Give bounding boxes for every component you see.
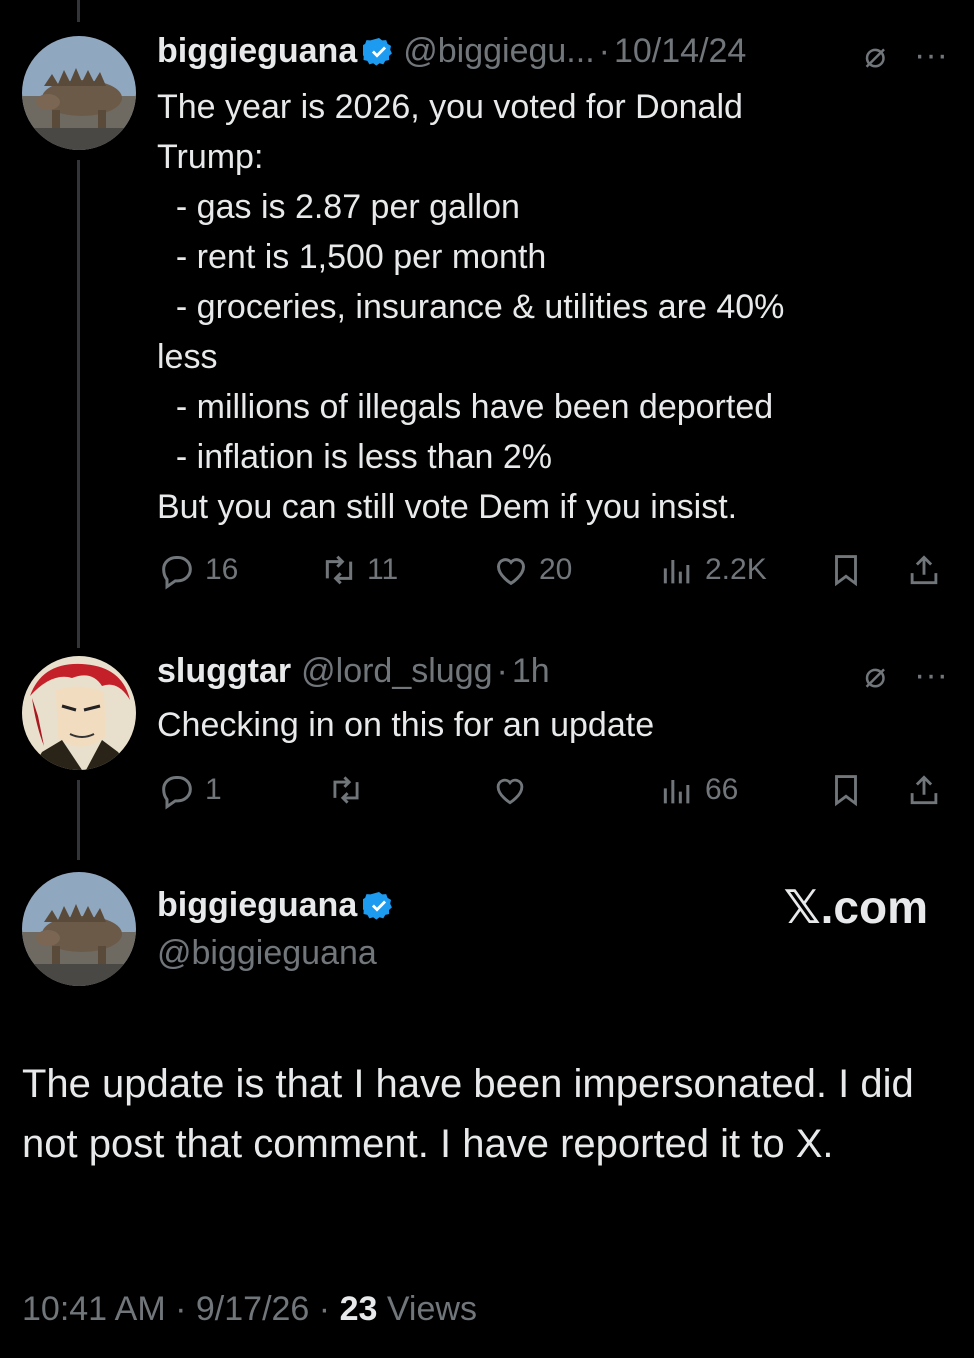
tweet-header-actions: ⌀ ··· [864,34,948,76]
display-name[interactable]: biggieguana [157,886,357,925]
views-icon [663,560,690,584]
verified-badge-icon [363,890,395,922]
like-count: 20 [539,553,573,586]
like-button[interactable] [491,771,529,809]
views-icon [663,780,690,804]
more-icon[interactable]: ··· [914,36,948,75]
thread-line-top [77,0,80,22]
display-name[interactable]: sluggtar [157,652,291,691]
display-name[interactable]: biggieguana [157,32,357,71]
heart-icon [496,558,526,586]
repost-icon [333,776,359,804]
separator-dot: · [496,652,508,690]
tweet-actions: 1 66 [157,768,948,812]
bookmark-button[interactable] [827,771,865,809]
share-icon [910,555,938,585]
heart-icon [496,778,524,805]
mute-icon[interactable]: ⌀ [864,654,886,696]
avatar-biggieguana[interactable] [22,36,136,150]
tweet-header: sluggtar @lord_slugg · 1h [157,652,550,691]
tweet-header: biggieguana @biggiegu... · 10/14/24 [157,32,746,71]
separator-dot: · [318,1290,331,1328]
bookmark-icon [835,555,857,587]
thread-line-1 [77,160,80,648]
tweet-text: Checking in on this for an update [157,706,655,744]
views-count: 2.2K [705,553,767,586]
views-button[interactable]: 66 [657,770,738,810]
views-button[interactable]: 2.2K [657,550,767,590]
avatar-sluggtar[interactable] [22,656,136,770]
share-icon [910,775,938,805]
reply-button[interactable]: 16 [157,550,238,590]
x-logo: 𝕏.com [783,881,928,933]
avatar-biggieguana[interactable] [22,872,136,986]
more-icon[interactable]: ··· [914,656,948,695]
handle[interactable]: @biggiegu... [403,32,594,71]
repost-icon [325,555,353,585]
repost-button[interactable] [327,771,365,809]
share-button[interactable] [905,551,943,589]
views-count: 23 [339,1290,378,1328]
handle[interactable]: @lord_slugg [301,652,492,691]
verified-badge-icon [363,36,395,68]
share-button[interactable] [905,771,943,809]
reply-button[interactable]: 1 [157,770,222,810]
views-label: Views [386,1290,477,1328]
tweet-time[interactable]: 1h [512,652,550,691]
reply-icon [162,556,192,590]
handle[interactable]: @biggieguana [157,934,377,973]
tweet-header: biggieguana [157,886,403,925]
views-count: 66 [705,773,739,806]
tweet-time[interactable]: 10:41 AM [22,1290,166,1328]
thread-line-2 [77,780,80,860]
bookmark-icon [835,775,857,807]
repost-button[interactable]: 11 [319,550,398,590]
tweet-text: The update is that I have been impersona… [22,1062,914,1166]
reply-icon [162,776,192,810]
repost-count: 11 [367,553,399,586]
mute-icon[interactable]: ⌀ [864,34,886,76]
tweet-actions: 16 11 20 2.2K [157,548,948,592]
tweet-date[interactable]: 9/17/26 [196,1290,309,1328]
separator-dot: · [175,1290,187,1328]
separator-dot: · [598,32,610,70]
like-button[interactable]: 20 [491,550,572,590]
reply-count: 16 [205,553,239,586]
tweet-date[interactable]: 10/14/24 [614,32,746,71]
tweet-text: The year is 2026, you voted for Donald T… [157,88,785,526]
tweet-header-actions: ⌀ ··· [864,654,948,696]
tweet-meta: 10:41 AM · 9/17/26 · 23 Views [22,1290,477,1329]
bookmark-button[interactable] [827,551,865,589]
reply-count: 1 [205,773,222,806]
